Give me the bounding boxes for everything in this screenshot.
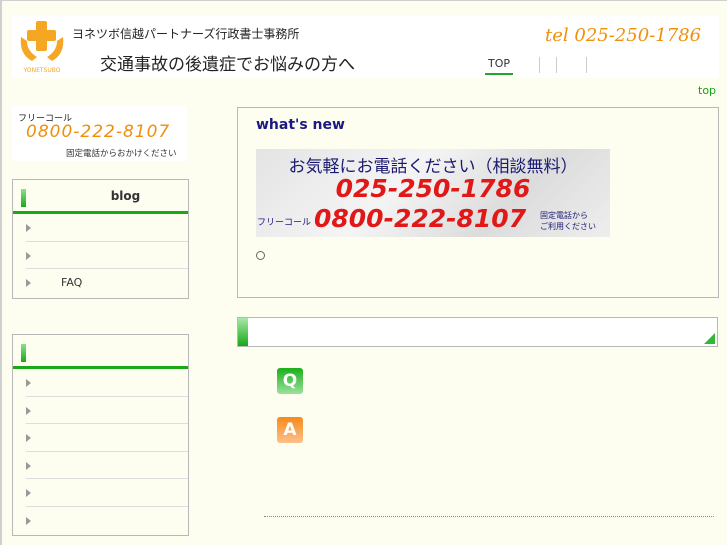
freecall-number: 0800-222-8107 xyxy=(26,122,171,142)
tagline: 交通事故の後遺症でお悩みの方へ xyxy=(100,55,355,75)
top-link[interactable]: top xyxy=(698,84,716,97)
arrow-right-icon xyxy=(26,406,31,415)
menu-item[interactable] xyxy=(26,424,188,452)
menu-item-faq[interactable]: FAQ xyxy=(26,269,188,297)
answer-icon: A xyxy=(277,417,303,443)
logo[interactable]: YONETSUBO xyxy=(17,19,67,74)
contact-banner[interactable]: お気軽にお電話ください（相談無料） 025-250-1786 フリーコール 08… xyxy=(256,149,610,237)
arrow-right-icon xyxy=(26,461,31,470)
whats-new-section: what's new お気軽にお電話ください（相談無料） 025-250-178… xyxy=(237,107,719,298)
header: YONETSUBO ヨネツボ信越パートナーズ行政書士事務所 交通事故の後遺症でお… xyxy=(12,16,719,78)
faq-title-bar xyxy=(237,317,718,347)
freecall-note: 固定電話からおかけください xyxy=(66,149,177,159)
green-bar-icon xyxy=(21,344,26,362)
menu-item[interactable] xyxy=(26,397,188,424)
corner-triangle-icon xyxy=(704,333,715,344)
menu-item[interactable] xyxy=(26,507,188,535)
nav-separator xyxy=(539,57,541,73)
whats-new-heading: what's new xyxy=(256,117,345,133)
question-icon: Q xyxy=(277,368,303,394)
green-bar-icon xyxy=(238,318,248,346)
global-nav: TOP xyxy=(485,57,588,75)
box-title: blog xyxy=(110,189,141,203)
arrow-right-icon xyxy=(26,516,31,525)
nav-top[interactable]: TOP xyxy=(485,57,514,75)
nav-separator xyxy=(556,57,558,73)
menu-item[interactable] xyxy=(26,214,188,242)
arrow-right-icon xyxy=(26,489,31,497)
blog-menu: blog FAQ xyxy=(12,179,189,299)
arrow-right-icon xyxy=(26,224,31,232)
nav-separator xyxy=(586,57,588,73)
side-menu xyxy=(12,334,189,536)
svg-text:YONETSUBO: YONETSUBO xyxy=(23,67,61,74)
menu-item[interactable] xyxy=(26,369,188,397)
arrow-right-icon xyxy=(26,434,31,442)
arrow-right-icon xyxy=(26,251,31,260)
arrow-right-icon xyxy=(26,379,31,387)
bullet-circle-icon xyxy=(256,251,265,260)
menu-item[interactable] xyxy=(26,479,188,507)
menu-item[interactable] xyxy=(26,242,188,269)
site-name: ヨネツボ信越パートナーズ行政書士事務所 xyxy=(72,27,300,41)
header-tel: tel 025-250-1786 xyxy=(545,25,702,46)
menu-item[interactable] xyxy=(26,452,188,479)
divider xyxy=(264,516,714,517)
freecall-box[interactable]: フリーコール 0800-222-8107 固定電話からおかけください xyxy=(12,106,187,161)
arrow-right-icon xyxy=(26,279,31,287)
